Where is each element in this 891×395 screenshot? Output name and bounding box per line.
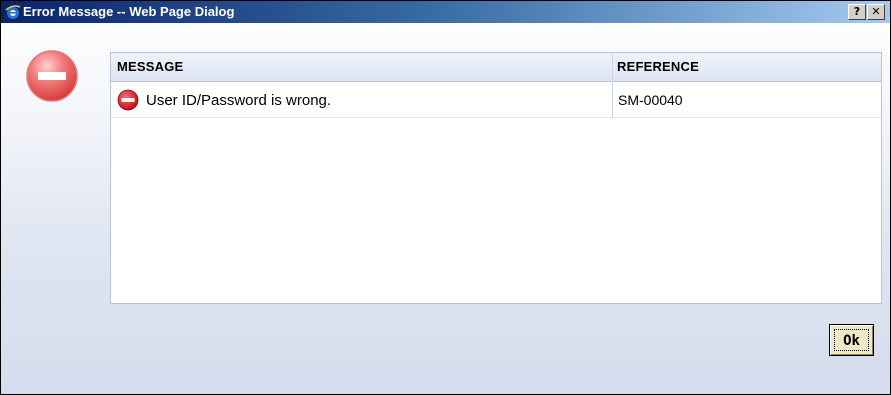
error-dialog: Error Message -- Web Page Dialog ? ✕ MES… xyxy=(0,0,891,395)
error-minus-icon xyxy=(25,49,79,103)
ie-icon xyxy=(5,4,21,20)
title-bar[interactable]: Error Message -- Web Page Dialog ? ✕ xyxy=(1,1,890,23)
table-row[interactable]: User ID/Password is wrong. SM-00040 xyxy=(111,82,881,118)
column-header-reference: REFERENCE xyxy=(617,59,699,74)
table-header: MESSAGE REFERENCE xyxy=(111,53,881,82)
message-text: User ID/Password is wrong. xyxy=(146,92,332,109)
ok-button[interactable]: Ok xyxy=(829,324,874,356)
ok-button-label: Ok xyxy=(834,329,869,351)
no-entry-icon xyxy=(117,89,139,111)
window-title: Error Message -- Web Page Dialog xyxy=(23,4,235,19)
help-button[interactable]: ? xyxy=(848,4,866,20)
reference-text: SM-00040 xyxy=(618,92,683,108)
message-table: MESSAGE REFERENCE User ID/Password is wr xyxy=(110,52,882,304)
close-button[interactable]: ✕ xyxy=(867,4,885,20)
column-header-message: MESSAGE xyxy=(117,59,184,74)
